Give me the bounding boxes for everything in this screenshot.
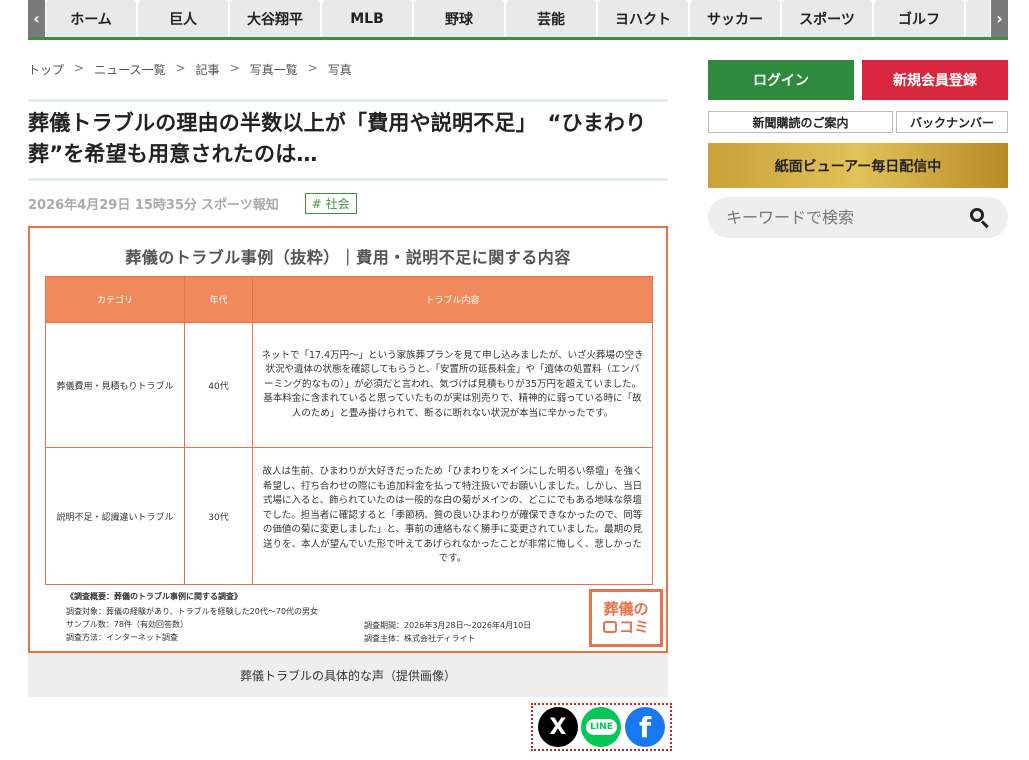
row-text: ネットで「17.4万円〜」という家族葬プランを見て申し込みましたが、いざ火葬場の… bbox=[252, 322, 653, 448]
divider bbox=[28, 99, 668, 102]
table-row: 説明不足・認識違いトラブル 30代 故人は生前、ひまわりが大好きだったため「ひま… bbox=[45, 447, 653, 585]
nav-item-yohakuto[interactable]: ヨハクト bbox=[598, 0, 688, 37]
survey-heading: 《調査概要：葬儀のトラブル事例に関する調査》 bbox=[66, 592, 242, 601]
row-age: 40代 bbox=[184, 322, 253, 448]
table-header-category: カテゴリ bbox=[45, 276, 185, 323]
breadcrumb-separator: > bbox=[307, 61, 318, 75]
search-icon[interactable] bbox=[970, 207, 990, 228]
paper-viewer-button[interactable]: 紙面ビューアー毎日配信中 bbox=[708, 143, 1008, 188]
breadcrumb-separator: > bbox=[229, 61, 240, 75]
breadcrumb-separator: > bbox=[175, 61, 186, 75]
brand-logo-bottom: コミ bbox=[602, 618, 649, 636]
brand-logo: 葬儀の コミ bbox=[589, 589, 663, 647]
figure-title: 葬儀のトラブル事例（抜粋）｜費用・説明不足に関する内容 bbox=[125, 248, 571, 267]
search-input[interactable] bbox=[726, 208, 970, 227]
row-text: 故人は生前、ひまわりが大好きだったため「ひまわりをメインにした明るい祭壇」を強く… bbox=[252, 447, 653, 585]
line-label: LINE bbox=[586, 719, 617, 735]
nav-item-entertainment[interactable]: 芸能 bbox=[506, 0, 596, 37]
top-nav: ‹ ホーム 巨人 大谷翔平 MLB 野球 芸能 ヨハクト サッカー スポーツ ゴ… bbox=[28, 0, 1008, 40]
survey-summary: 《調査概要：葬儀のトラブル事例に関する調査》 調査対象：葬儀の経験があり、トラブ… bbox=[66, 590, 318, 644]
facebook-share-icon[interactable]: f bbox=[625, 707, 666, 747]
survey-sample: サンプル数：78件（有効回答数） bbox=[66, 620, 188, 629]
newspaper-subscription-button[interactable]: 新聞購読のご案内 bbox=[708, 111, 893, 133]
nav-items: ホーム 巨人 大谷翔平 MLB 野球 芸能 ヨハクト サッカー スポーツ ゴルフ… bbox=[46, 0, 990, 37]
survey-org: 調査主体：株式会社ディライト bbox=[364, 634, 476, 643]
nav-item-golf[interactable]: ゴルフ bbox=[874, 0, 964, 37]
article-source: スポーツ報知 bbox=[201, 198, 279, 213]
tag-society[interactable]: # 社会 bbox=[304, 193, 357, 214]
search-box bbox=[708, 197, 1008, 238]
chat-bubble-icon bbox=[602, 621, 617, 633]
nav-item-hakone[interactable]: 箱 bbox=[966, 0, 990, 37]
breadcrumb-separator: > bbox=[74, 61, 85, 75]
nav-item-mlb[interactable]: MLB bbox=[322, 0, 412, 37]
survey-method: 調査方法：インターネット調査 bbox=[66, 633, 178, 642]
nav-item-ohtani[interactable]: 大谷翔平 bbox=[230, 0, 320, 37]
back-number-button[interactable]: バックナンバー bbox=[896, 111, 1008, 133]
breadcrumb: トップ > ニュース一覧 > 記事 > 写真一覧 > 写真 bbox=[28, 61, 352, 78]
survey-summary-right: 調査期間：2026年3月28日〜2026年4月10日 調査主体：株式会社ディライ… bbox=[364, 619, 531, 645]
survey-target: 調査対象：葬儀の経験があり、トラブルを経験した20代〜70代の男女 bbox=[66, 607, 319, 616]
article-photo: 葬儀のトラブル事例（抜粋）｜費用・説明不足に関する内容 カテゴリ 年代 トラブル… bbox=[28, 226, 668, 653]
table-header-age: 年代 bbox=[184, 276, 253, 323]
login-button[interactable]: ログイン bbox=[708, 60, 854, 100]
line-share-icon[interactable]: LINE bbox=[581, 707, 622, 747]
article-date: 2026年4月29日 15時35分 bbox=[28, 198, 198, 213]
brand-logo-top: 葬儀の bbox=[603, 600, 649, 618]
article-title: 葬儀トラブルの理由の半数以上が「費用や説明不足」 “ひまわり葬”を希望も用意され… bbox=[28, 111, 647, 166]
breadcrumb-news-list[interactable]: ニュース一覧 bbox=[94, 61, 165, 78]
brand-logo-text: コミ bbox=[618, 618, 649, 636]
chevron-right-icon[interactable]: › bbox=[991, 0, 1008, 37]
nav-item-home[interactable]: ホーム bbox=[46, 0, 136, 37]
row-age: 30代 bbox=[184, 447, 253, 585]
breadcrumb-photo-list[interactable]: 写真一覧 bbox=[250, 61, 298, 78]
table-row: 葬儀費用・見積もりトラブル 40代 ネットで「17.4万円〜」という家族葬プラン… bbox=[45, 322, 653, 448]
article-meta: 2026年4月29日 15時35分 スポーツ報知 # 社会 bbox=[28, 193, 361, 214]
nav-item-giants[interactable]: 巨人 bbox=[138, 0, 228, 37]
photo-caption: 葬儀トラブルの具体的な声（提供画像） bbox=[28, 653, 668, 697]
row-category: 葬儀費用・見積もりトラブル bbox=[45, 322, 185, 448]
nav-item-sports[interactable]: スポーツ bbox=[782, 0, 872, 37]
breadcrumb-article[interactable]: 記事 bbox=[196, 61, 220, 78]
share-buttons: X LINE f bbox=[531, 703, 672, 751]
trouble-table: カテゴリ 年代 トラブル内容 葬儀費用・見積もりトラブル 40代 ネットで「17… bbox=[45, 276, 653, 585]
divider bbox=[28, 178, 668, 181]
table-header-content: トラブル内容 bbox=[252, 276, 653, 323]
chevron-left-icon[interactable]: ‹ bbox=[28, 0, 45, 37]
x-share-icon[interactable]: X bbox=[537, 707, 578, 747]
breadcrumb-top[interactable]: トップ bbox=[28, 61, 64, 78]
register-button[interactable]: 新規会員登録 bbox=[862, 60, 1008, 100]
breadcrumb-photo: 写真 bbox=[327, 63, 352, 77]
row-category: 説明不足・認識違いトラブル bbox=[45, 447, 185, 585]
nav-item-soccer[interactable]: サッカー bbox=[690, 0, 780, 37]
survey-period: 調査期間：2026年3月28日〜2026年4月10日 bbox=[364, 621, 532, 630]
nav-item-baseball[interactable]: 野球 bbox=[414, 0, 504, 37]
